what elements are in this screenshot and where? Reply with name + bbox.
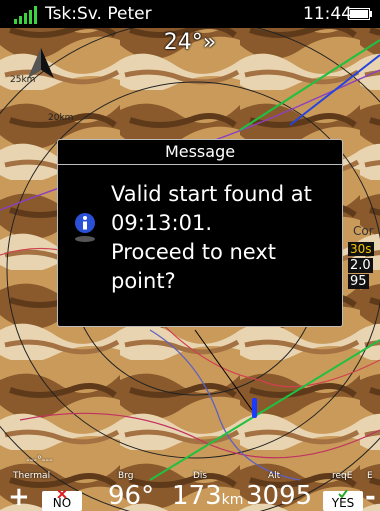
- reqe-label: reqE: [332, 471, 353, 481]
- message-line: 09:13:01.: [111, 211, 212, 235]
- task-title[interactable]: Tsk:Sv. Peter: [45, 4, 152, 24]
- dis-label: Dis: [193, 471, 208, 481]
- heading-readout: 24°»: [163, 30, 217, 55]
- alt-label: Alt: [268, 471, 281, 481]
- zoom-out-button[interactable]: -: [365, 483, 376, 511]
- side-infobox-time: 30s: [348, 242, 374, 256]
- waypoint-label: Cor: [353, 224, 374, 238]
- range-label-25km: 25km: [10, 75, 36, 85]
- message-dialog: Message Valid start found at 09:13:01. P…: [57, 139, 343, 327]
- message-line: Valid start found at: [111, 182, 312, 206]
- yes-icon: [338, 490, 348, 498]
- status-bar: Tsk:Sv. Peter 11:44: [0, 0, 380, 28]
- thermal-label: Thermal: [13, 471, 51, 481]
- no-button[interactable]: NO: [42, 490, 82, 511]
- yes-button-label: YES: [331, 496, 355, 510]
- dialog-message: Valid start found at 09:13:01. Proceed t…: [111, 180, 339, 296]
- screen: Tsk:Sv. Peter 11:44 24°» 25km 20km Cor 3…: [0, 0, 380, 511]
- signal-icon: [14, 6, 37, 24]
- message-line: point?: [111, 269, 176, 293]
- dis-value: 173km: [172, 481, 243, 511]
- north-arrow-icon: [28, 48, 54, 78]
- e-label: E: [367, 471, 373, 481]
- no-button-label: NO: [52, 496, 72, 510]
- glider-icon: [252, 398, 257, 418]
- dialog-title: Message: [58, 140, 342, 165]
- message-line: Proceed to next: [111, 240, 276, 264]
- battery-icon: [348, 8, 372, 20]
- no-icon: [57, 490, 67, 498]
- side-infobox-value: 95: [348, 274, 369, 289]
- info-icon: [75, 213, 95, 242]
- dis-unit: km: [221, 492, 244, 508]
- alt-value: 3095: [246, 481, 313, 511]
- zoom-in-button[interactable]: +: [8, 483, 30, 511]
- range-label-20km: 20km: [48, 113, 74, 123]
- dis-number: 173: [172, 481, 222, 511]
- wind-indicator: ---°---: [26, 455, 53, 466]
- clock: 11:44: [303, 4, 352, 24]
- brg-value: 96°: [108, 481, 155, 511]
- side-infobox-value: 2.0: [348, 258, 373, 273]
- yes-button[interactable]: YES: [323, 490, 363, 511]
- navbox-bar: + NO 96° 173km 3095 YES -: [0, 481, 380, 511]
- brg-label: Brg: [118, 471, 134, 481]
